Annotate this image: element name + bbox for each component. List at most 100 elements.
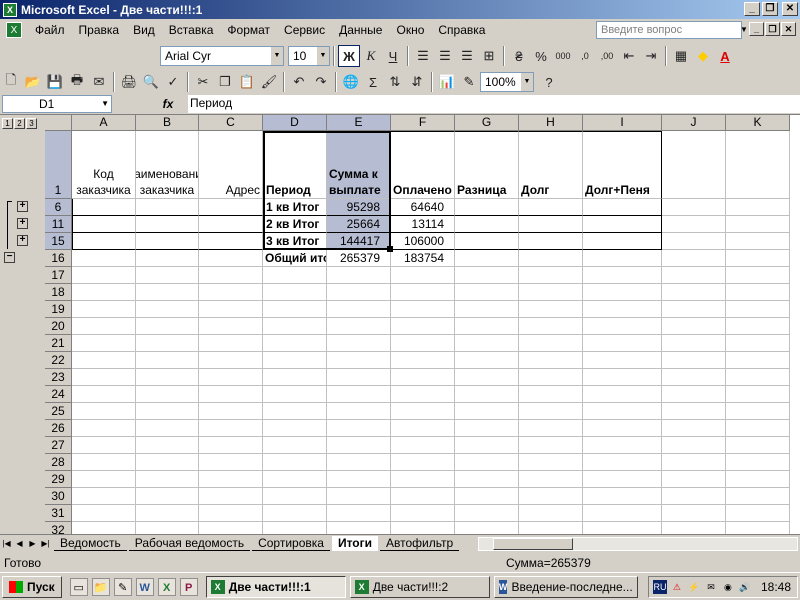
cell-h21[interactable] xyxy=(519,335,583,352)
cell-c16[interactable] xyxy=(199,250,263,267)
cell-c17[interactable] xyxy=(199,267,263,284)
cell-j29[interactable] xyxy=(662,471,726,488)
row-header-11[interactable]: 11 xyxy=(45,216,72,233)
cell-g15[interactable] xyxy=(455,233,519,250)
row-header-27[interactable]: 27 xyxy=(45,437,72,454)
cell-d17[interactable] xyxy=(263,267,327,284)
cell-k16[interactable] xyxy=(726,250,790,267)
cell-h27[interactable] xyxy=(519,437,583,454)
cell-b18[interactable] xyxy=(136,284,199,301)
cell-e27[interactable] xyxy=(327,437,391,454)
cell-j20[interactable] xyxy=(662,318,726,335)
cell-h16[interactable] xyxy=(519,250,583,267)
task-button-3[interactable]: W Введение-последне... xyxy=(493,575,638,598)
menu-view[interactable]: Вид xyxy=(126,23,162,37)
cell-g32[interactable] xyxy=(455,522,519,534)
cell-g23[interactable] xyxy=(455,369,519,386)
cell-g1[interactable]: Разница xyxy=(455,131,519,199)
cell-f28[interactable] xyxy=(391,454,455,471)
cell-a20[interactable] xyxy=(72,318,136,335)
column-header-k[interactable]: K xyxy=(726,115,790,131)
name-box[interactable]: D1 ▼ xyxy=(2,95,112,113)
antivirus-icon[interactable]: ⚠ xyxy=(670,580,684,594)
cell-a31[interactable] xyxy=(72,505,136,522)
cell-h15[interactable] xyxy=(519,233,583,250)
cell-a32[interactable] xyxy=(72,522,136,534)
access-icon[interactable]: P xyxy=(179,577,198,596)
cell-h29[interactable] xyxy=(519,471,583,488)
cell-f27[interactable] xyxy=(391,437,455,454)
cell-g16[interactable] xyxy=(455,250,519,267)
cell-d6[interactable]: 1 кв Итог xyxy=(263,199,327,216)
permission-icon[interactable]: 🖶 xyxy=(66,71,88,93)
prev-sheet-icon[interactable]: ◀ xyxy=(13,539,26,548)
decrease-indent-icon[interactable]: ⇤ xyxy=(618,45,640,67)
cell-h25[interactable] xyxy=(519,403,583,420)
cell-a29[interactable] xyxy=(72,471,136,488)
pencil-icon[interactable]: ✎ xyxy=(113,577,132,596)
print-preview-icon[interactable]: 🔍 xyxy=(140,71,162,93)
cell-g31[interactable] xyxy=(455,505,519,522)
hyperlink-icon[interactable]: 🌐 xyxy=(340,71,362,93)
column-header-e[interactable]: E xyxy=(327,115,391,131)
cell-f20[interactable] xyxy=(391,318,455,335)
expand-button[interactable]: + xyxy=(17,235,28,246)
borders-icon[interactable]: ▦ xyxy=(670,45,692,67)
cell-e11[interactable]: 25664 xyxy=(327,216,391,233)
cell-f32[interactable] xyxy=(391,522,455,534)
sheet-tab-vedomost[interactable]: Ведомость xyxy=(54,536,127,551)
cell-k17[interactable] xyxy=(726,267,790,284)
cell-i11[interactable] xyxy=(583,216,662,233)
cell-f16[interactable]: 183754 xyxy=(391,250,455,267)
cell-k29[interactable] xyxy=(726,471,790,488)
cell-c28[interactable] xyxy=(199,454,263,471)
cell-g24[interactable] xyxy=(455,386,519,403)
select-all-corner[interactable] xyxy=(45,115,72,131)
cell-c26[interactable] xyxy=(199,420,263,437)
cell-a25[interactable] xyxy=(72,403,136,420)
row-header-28[interactable]: 28 xyxy=(45,454,72,471)
undo-icon[interactable]: ↶ xyxy=(288,71,310,93)
cell-e6[interactable]: 95298 xyxy=(327,199,391,216)
cell-k31[interactable] xyxy=(726,505,790,522)
cell-a15[interactable] xyxy=(72,233,136,250)
cell-c11[interactable] xyxy=(199,216,263,233)
row-header-31[interactable]: 31 xyxy=(45,505,72,522)
menu-edit[interactable]: Правка xyxy=(72,23,127,37)
cell-i18[interactable] xyxy=(583,284,662,301)
cell-k6[interactable] xyxy=(726,199,790,216)
cell-d11[interactable]: 2 кв Итог xyxy=(263,216,327,233)
align-left-icon[interactable]: ☰ xyxy=(412,45,434,67)
column-header-i[interactable]: I xyxy=(583,115,662,131)
open-icon[interactable]: 📂 xyxy=(22,71,44,93)
sheet-tab-itogi[interactable]: Итоги xyxy=(331,535,379,551)
row-header-24[interactable]: 24 xyxy=(45,386,72,403)
cell-e21[interactable] xyxy=(327,335,391,352)
menu-window[interactable]: Окно xyxy=(389,23,431,37)
align-right-icon[interactable]: ☰ xyxy=(456,45,478,67)
cell-k30[interactable] xyxy=(726,488,790,505)
cell-c6[interactable] xyxy=(199,199,263,216)
cell-k25[interactable] xyxy=(726,403,790,420)
cell-h6[interactable] xyxy=(519,199,583,216)
cell-j16[interactable] xyxy=(662,250,726,267)
cell-b26[interactable] xyxy=(136,420,199,437)
first-sheet-icon[interactable]: |◀ xyxy=(0,539,13,548)
cell-j32[interactable] xyxy=(662,522,726,534)
cell-i22[interactable] xyxy=(583,352,662,369)
cell-j1[interactable] xyxy=(662,131,726,199)
cell-k19[interactable] xyxy=(726,301,790,318)
cell-a30[interactable] xyxy=(72,488,136,505)
format-painter-icon[interactable]: 🖌 xyxy=(258,71,280,93)
cell-a22[interactable] xyxy=(72,352,136,369)
document-icon[interactable]: X xyxy=(6,22,22,38)
sheet-tab-rabochaya[interactable]: Рабочая ведомость xyxy=(128,536,251,551)
close-button[interactable]: ✕ xyxy=(782,2,798,16)
cell-d20[interactable] xyxy=(263,318,327,335)
cell-h19[interactable] xyxy=(519,301,583,318)
cell-a19[interactable] xyxy=(72,301,136,318)
cell-f17[interactable] xyxy=(391,267,455,284)
outline-level-2-button[interactable]: 2 xyxy=(14,117,25,129)
cell-f18[interactable] xyxy=(391,284,455,301)
row-header-6[interactable]: 6 xyxy=(45,199,72,216)
